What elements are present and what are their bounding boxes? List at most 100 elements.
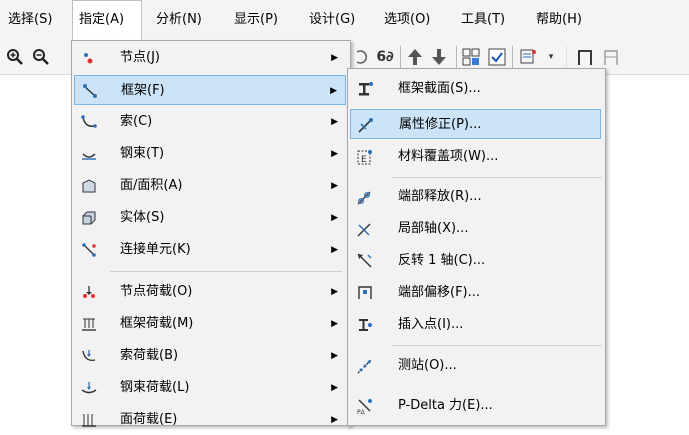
menu-item-area[interactable]: 面/面积(A) ▶	[74, 171, 346, 201]
menu-item-joint[interactable]: 节点(J) ▶	[74, 43, 346, 73]
menu-item-label: 面荷载(E)	[120, 412, 178, 427]
output-station-icon	[355, 356, 375, 376]
menu-item-reverse-axis[interactable]: 反转 1 轴(C)...	[350, 246, 601, 276]
cable-load-icon	[79, 346, 99, 366]
svg-text:PΔ: PΔ	[357, 409, 366, 415]
submenu-arrow-icon: ▶	[331, 53, 338, 63]
sixty-icon[interactable]: 6∂	[374, 46, 396, 68]
material-override-icon: E	[355, 147, 375, 167]
submenu-arrow-icon: ▶	[331, 117, 338, 127]
menu-item-label: 框架(F)	[121, 83, 165, 98]
menu-item-frame[interactable]: 框架(F) ▶	[74, 75, 346, 105]
menu-item-label: 节点(J)	[120, 50, 160, 65]
menu-item-label: 测站(O)...	[398, 358, 457, 373]
menu-item-end-offsets[interactable]: 端部偏移(F)...	[350, 278, 601, 308]
menu-help[interactable]: 帮助(H)	[530, 0, 588, 40]
zoom-out-icon[interactable]	[30, 46, 52, 68]
menu-tools[interactable]: 工具(T)	[455, 0, 511, 40]
frame-submenu: 框架截面(S)... 属性修正(P)... E 材料覆盖项(W)... 端部释放…	[347, 68, 606, 426]
menu-item-insertion-point[interactable]: 插入点(I)...	[350, 310, 601, 340]
submenu-arrow-icon: ▶	[331, 181, 338, 191]
menu-item-property-modifiers[interactable]: 属性修正(P)...	[350, 109, 601, 139]
menu-separator	[110, 271, 342, 272]
redo-icon[interactable]	[350, 46, 372, 68]
menu-item-label: 属性修正(P)...	[399, 117, 482, 132]
frame-icon[interactable]	[574, 46, 596, 68]
cable-icon	[79, 112, 99, 132]
menu-item-area-loads[interactable]: 面荷载(E) ▶	[74, 405, 346, 435]
checkbox-icon[interactable]	[486, 46, 508, 68]
menu-select[interactable]: 选择(S)	[2, 0, 58, 40]
submenu-arrow-icon: ▶	[331, 383, 338, 393]
menu-item-label: 框架截面(S)...	[398, 81, 481, 96]
menu-item-label: 材料覆盖项(W)...	[398, 149, 499, 164]
area-icon	[79, 176, 99, 196]
menu-item-label: 钢束荷载(L)	[120, 380, 190, 395]
menu-item-label: 框架荷载(M)	[120, 316, 194, 331]
tendon-icon	[79, 144, 99, 164]
menu-item-label: 连接单元(K)	[120, 242, 191, 257]
joint-load-icon	[79, 282, 99, 302]
menu-item-frame-loads[interactable]: 框架荷载(M) ▶	[74, 309, 346, 339]
menu-item-end-releases[interactable]: 端部释放(R)...	[350, 182, 601, 212]
menu-options[interactable]: 选项(O)	[378, 0, 436, 40]
move-down-icon[interactable]	[428, 46, 450, 68]
assign-menu: 节点(J) ▶ 框架(F) ▶ 索(C) ▶ 钢束(T) ▶ 面/面积(A) ▶…	[71, 40, 351, 427]
menu-item-link[interactable]: 连接单元(K) ▶	[74, 235, 346, 265]
menu-display[interactable]: 显示(P)	[228, 0, 284, 40]
menu-item-cable[interactable]: 索(C) ▶	[74, 107, 346, 137]
local-axes-icon	[355, 219, 375, 239]
tendon-load-icon	[79, 378, 99, 398]
solid-icon	[79, 208, 99, 228]
menu-item-label: 面/面积(A)	[120, 178, 183, 193]
menu-item-p-delta-force[interactable]: PΔ P-Delta 力(E)...	[350, 391, 601, 421]
menu-item-label: 索(C)	[120, 114, 153, 129]
menu-item-tendon-loads[interactable]: 钢束荷载(L) ▶	[74, 373, 346, 403]
submenu-arrow-icon: ▶	[331, 351, 338, 361]
menu-item-frame-sections[interactable]: 框架截面(S)...	[350, 74, 601, 104]
toolbar-separator	[566, 46, 567, 68]
toolbar-separator	[400, 46, 401, 68]
menu-item-label: 索荷载(B)	[120, 348, 179, 363]
menu-design[interactable]: 设计(G)	[303, 0, 361, 40]
svg-text:E: E	[361, 155, 367, 165]
submenu-arrow-icon: ▶	[331, 287, 338, 297]
toolbar-separator	[456, 46, 457, 68]
menu-assign[interactable]: 指定(A)	[72, 0, 142, 40]
menu-analyze[interactable]: 分析(N)	[150, 0, 208, 40]
move-up-icon[interactable]	[404, 46, 426, 68]
frame-member-icon	[80, 81, 100, 101]
submenu-arrow-icon: ▶	[330, 86, 337, 96]
chevron-down-icon[interactable]: ▾	[540, 46, 562, 68]
submenu-arrow-icon: ▶	[331, 213, 338, 223]
menu-item-tendon[interactable]: 钢束(T) ▶	[74, 139, 346, 169]
menu-item-label: 节点荷载(O)	[120, 284, 193, 299]
submenu-arrow-icon: ▶	[331, 149, 338, 159]
menu-item-output-stations[interactable]: 测站(O)...	[350, 351, 601, 381]
menu-item-joint-loads[interactable]: 节点荷载(O) ▶	[74, 277, 346, 307]
zoom-in-icon[interactable]	[4, 46, 26, 68]
grid-icon[interactable]	[460, 46, 482, 68]
end-offset-icon	[355, 283, 375, 303]
assign-icon[interactable]	[518, 46, 540, 68]
end-release-icon	[355, 187, 375, 207]
menu-item-label: 反转 1 轴(C)...	[398, 253, 486, 268]
frame-load-icon	[79, 314, 99, 334]
menu-item-solid[interactable]: 实体(S) ▶	[74, 203, 346, 233]
menu-item-material-overwrites[interactable]: E 材料覆盖项(W)...	[350, 142, 601, 172]
menu-item-label: P-Delta 力(E)...	[398, 398, 493, 413]
menu-item-label: 实体(S)	[120, 210, 165, 225]
area-load-icon	[79, 410, 99, 430]
menu-item-label: 局部轴(X)...	[398, 221, 469, 236]
menu-item-label: 端部释放(R)...	[398, 189, 482, 204]
frame-section-icon	[355, 79, 375, 99]
submenu-arrow-icon: ▶	[331, 319, 338, 329]
joint-icon	[79, 48, 99, 68]
menu-separator	[392, 345, 602, 346]
frame-alt-icon[interactable]	[600, 46, 622, 68]
menu-separator	[392, 177, 602, 178]
submenu-arrow-icon: ▶	[331, 245, 338, 255]
menu-item-local-axes[interactable]: 局部轴(X)...	[350, 214, 601, 244]
toolbar-separator	[512, 46, 513, 68]
menu-item-cable-loads[interactable]: 索荷载(B) ▶	[74, 341, 346, 371]
